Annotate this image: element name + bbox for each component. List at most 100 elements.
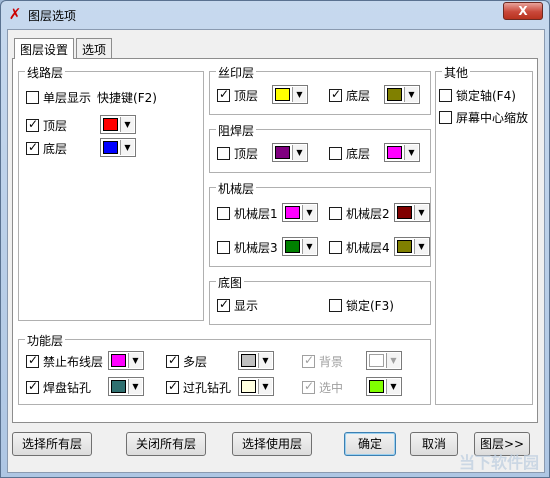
- solder-top-row[interactable]: 顶层: [217, 144, 258, 162]
- multi-layer-checkbox[interactable]: [166, 353, 179, 368]
- mech4-row[interactable]: 机械层4: [329, 238, 390, 256]
- pad-drill-label: 焊盘钻孔: [43, 380, 92, 395]
- lock-axis-row[interactable]: 锁定轴(F4): [439, 86, 516, 104]
- multi-layer-color-combo[interactable]: ▼: [238, 351, 274, 370]
- mech2-checkbox[interactable]: [329, 206, 342, 220]
- solder-top-color-combo[interactable]: ▼: [272, 143, 308, 162]
- via-drill-color-combo[interactable]: ▼: [238, 377, 274, 396]
- chevron-down-icon[interactable]: ▼: [404, 87, 418, 102]
- mech4-color-combo[interactable]: ▼: [394, 237, 430, 256]
- solder-bottom-row[interactable]: 底层: [329, 144, 370, 162]
- chevron-down-icon[interactable]: ▼: [404, 145, 418, 160]
- zoom-center-label: 屏幕中心缩放: [456, 110, 529, 125]
- chevron-down-icon[interactable]: ▼: [292, 87, 306, 102]
- shortcut-label: 快捷键(F2): [97, 90, 157, 105]
- silk-bottom-row[interactable]: 底层: [329, 86, 370, 104]
- via-drill-checkbox[interactable]: [166, 379, 179, 394]
- close-all-layers-button[interactable]: 关闭所有层: [126, 432, 206, 456]
- title-bar[interactable]: ✗ 图层选项 X: [1, 1, 549, 29]
- function-layer-group: 功能层 禁止布线层 ▼ 多层 ▼: [18, 332, 431, 405]
- no-route-swatch: [111, 354, 126, 367]
- silk-bottom-checkbox[interactable]: [329, 87, 342, 102]
- chevron-down-icon: ▼: [386, 353, 400, 368]
- tab-options[interactable]: 选项: [76, 38, 113, 58]
- cancel-button[interactable]: 取消: [410, 432, 458, 456]
- silk-layer-title: 丝印层: [216, 64, 257, 81]
- trace-bottom-row[interactable]: 底层: [26, 139, 67, 157]
- chevron-down-icon[interactable]: ▼: [128, 353, 142, 368]
- multi-layer-row[interactable]: 多层: [166, 352, 207, 370]
- trace-top-color-combo[interactable]: ▼: [100, 115, 136, 134]
- base-show-checkbox[interactable]: [217, 297, 230, 312]
- chevron-down-icon[interactable]: ▼: [414, 205, 428, 220]
- chevron-down-icon[interactable]: ▼: [386, 379, 400, 394]
- multi-layer-swatch: [241, 354, 256, 367]
- solder-bottom-color-combo[interactable]: ▼: [384, 143, 420, 162]
- solder-top-checkbox[interactable]: [217, 146, 230, 160]
- selected-color-combo[interactable]: ▼: [366, 377, 402, 396]
- tab-layer-settings[interactable]: 图层设置: [14, 38, 75, 59]
- trace-top-row[interactable]: 顶层: [26, 116, 67, 134]
- no-route-row[interactable]: 禁止布线层: [26, 352, 103, 370]
- silk-layer-group: 丝印层 顶层 ▼ 底层 ▼: [209, 64, 431, 115]
- lock-axis-label: 锁定轴(F4): [456, 88, 516, 103]
- chevron-down-icon[interactable]: ▼: [120, 140, 134, 155]
- no-route-color-combo[interactable]: ▼: [108, 351, 144, 370]
- base-show-row[interactable]: 显示: [217, 296, 258, 314]
- mechanical-layer-title: 机械层: [216, 180, 257, 197]
- base-lock-row[interactable]: 锁定(F3): [329, 296, 394, 314]
- no-route-checkbox[interactable]: [26, 353, 39, 368]
- solder-bottom-checkbox[interactable]: [329, 146, 342, 160]
- trace-bottom-swatch: [103, 141, 118, 154]
- lock-axis-checkbox[interactable]: [439, 88, 452, 102]
- ok-button[interactable]: 确定: [344, 432, 396, 456]
- pad-drill-checkbox[interactable]: [26, 379, 39, 394]
- trace-top-swatch: [103, 118, 118, 131]
- mech3-checkbox[interactable]: [217, 240, 230, 254]
- select-all-layers-button[interactable]: 选择所有层: [12, 432, 92, 456]
- mech2-color-combo[interactable]: ▼: [394, 203, 430, 222]
- chevron-down-icon[interactable]: ▼: [258, 379, 272, 394]
- solder-top-swatch: [275, 146, 290, 159]
- mech1-checkbox[interactable]: [217, 206, 230, 220]
- dialog-window: ✗ 图层选项 X 图层设置 选项 线路层 单层显示 快捷键(F2) 顶层: [0, 0, 550, 478]
- app-icon: ✗: [8, 5, 22, 23]
- close-button[interactable]: X: [503, 2, 543, 20]
- silk-top-checkbox[interactable]: [217, 87, 230, 102]
- mech1-row[interactable]: 机械层1: [217, 204, 278, 222]
- base-lock-checkbox[interactable]: [329, 298, 342, 312]
- trace-bottom-color-combo[interactable]: ▼: [100, 138, 136, 157]
- mech3-label: 机械层3: [234, 240, 278, 255]
- single-layer-checkbox[interactable]: [26, 90, 39, 104]
- chevron-down-icon[interactable]: ▼: [258, 353, 272, 368]
- single-layer-row[interactable]: 单层显示 快捷键(F2): [26, 88, 157, 106]
- mech4-swatch: [397, 240, 412, 253]
- chevron-down-icon[interactable]: ▼: [414, 239, 428, 254]
- selected-row: 选中: [302, 378, 343, 396]
- zoom-center-checkbox[interactable]: [439, 110, 452, 124]
- chevron-down-icon[interactable]: ▼: [128, 379, 142, 394]
- trace-bottom-checkbox[interactable]: [26, 140, 39, 155]
- chevron-down-icon[interactable]: ▼: [292, 145, 306, 160]
- select-used-layers-button[interactable]: 选择使用层: [232, 432, 312, 456]
- via-drill-row[interactable]: 过孔钻孔: [166, 378, 231, 396]
- chevron-down-icon[interactable]: ▼: [302, 239, 316, 254]
- watermark: 当下软件园: [458, 453, 539, 472]
- pad-drill-color-combo[interactable]: ▼: [108, 377, 144, 396]
- mech1-color-combo[interactable]: ▼: [282, 203, 318, 222]
- mech3-row[interactable]: 机械层3: [217, 238, 278, 256]
- trace-top-checkbox[interactable]: [26, 117, 39, 132]
- silk-top-color-combo[interactable]: ▼: [272, 85, 308, 104]
- mech3-color-combo[interactable]: ▼: [282, 237, 318, 256]
- silk-bottom-color-combo[interactable]: ▼: [384, 85, 420, 104]
- silk-top-row[interactable]: 顶层: [217, 86, 258, 104]
- trace-layer-group: 线路层 单层显示 快捷键(F2) 顶层 ▼ 底层: [18, 64, 204, 321]
- chevron-down-icon[interactable]: ▼: [302, 205, 316, 220]
- mech1-swatch: [285, 206, 300, 219]
- chevron-down-icon[interactable]: ▼: [120, 117, 134, 132]
- mech2-row[interactable]: 机械层2: [329, 204, 390, 222]
- background-swatch: [369, 354, 384, 367]
- pad-drill-row[interactable]: 焊盘钻孔: [26, 378, 91, 396]
- mech4-checkbox[interactable]: [329, 240, 342, 254]
- zoom-center-row[interactable]: 屏幕中心缩放: [439, 108, 528, 126]
